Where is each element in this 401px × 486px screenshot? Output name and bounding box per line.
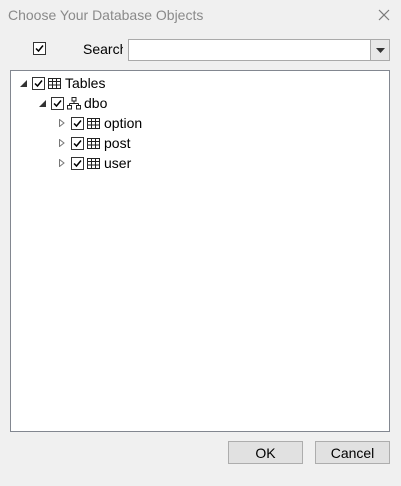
- tree-node-label: Tables: [65, 75, 106, 91]
- schema-hierarchy-icon: [67, 96, 81, 110]
- tree-node-label: post: [104, 135, 131, 151]
- database-objects-dialog: Choose Your Database Objects Search Tabl…: [0, 0, 401, 486]
- select-all-checkbox[interactable]: [33, 42, 46, 60]
- tree-node-table[interactable]: user: [56, 153, 131, 173]
- cancel-button[interactable]: Cancel: [315, 441, 390, 464]
- tables-checkbox[interactable]: [32, 76, 45, 90]
- close-icon: [378, 9, 390, 21]
- dbo-checkbox[interactable]: [51, 96, 64, 110]
- table-grid-icon: [87, 136, 101, 150]
- objects-tree[interactable]: Tables dbo option post user: [10, 70, 390, 432]
- table-checkbox[interactable]: [71, 116, 84, 130]
- table-checkbox[interactable]: [71, 156, 84, 170]
- title-bar: Choose Your Database Objects: [0, 0, 401, 31]
- collapsed-arrow-icon[interactable]: [56, 137, 68, 149]
- collapsed-arrow-icon[interactable]: [56, 117, 68, 129]
- tree-node-table[interactable]: option: [56, 113, 142, 133]
- search-label: Search: [83, 41, 123, 57]
- tree-node-dbo[interactable]: dbo: [36, 93, 107, 113]
- tree-node-table[interactable]: post: [56, 133, 130, 153]
- search-dropdown-button[interactable]: [370, 39, 390, 61]
- tree-node-tables[interactable]: Tables: [17, 73, 105, 93]
- expanded-arrow-icon[interactable]: [17, 77, 29, 89]
- checkbox-checked-icon: [33, 42, 46, 55]
- table-grid-icon: [87, 116, 101, 130]
- table-grid-icon: [87, 156, 101, 170]
- expanded-arrow-icon[interactable]: [36, 97, 48, 109]
- table-checkbox[interactable]: [71, 136, 84, 150]
- tree-node-label: dbo: [84, 95, 108, 111]
- window-title: Choose Your Database Objects: [8, 7, 204, 23]
- chevron-down-icon: [375, 47, 385, 53]
- search-input[interactable]: [128, 39, 371, 61]
- table-grid-icon: [48, 76, 62, 90]
- close-button[interactable]: [373, 4, 395, 26]
- collapsed-arrow-icon[interactable]: [56, 157, 68, 169]
- ok-button[interactable]: OK: [228, 441, 303, 464]
- tree-node-label: user: [104, 155, 132, 171]
- tree-node-label: option: [104, 115, 143, 131]
